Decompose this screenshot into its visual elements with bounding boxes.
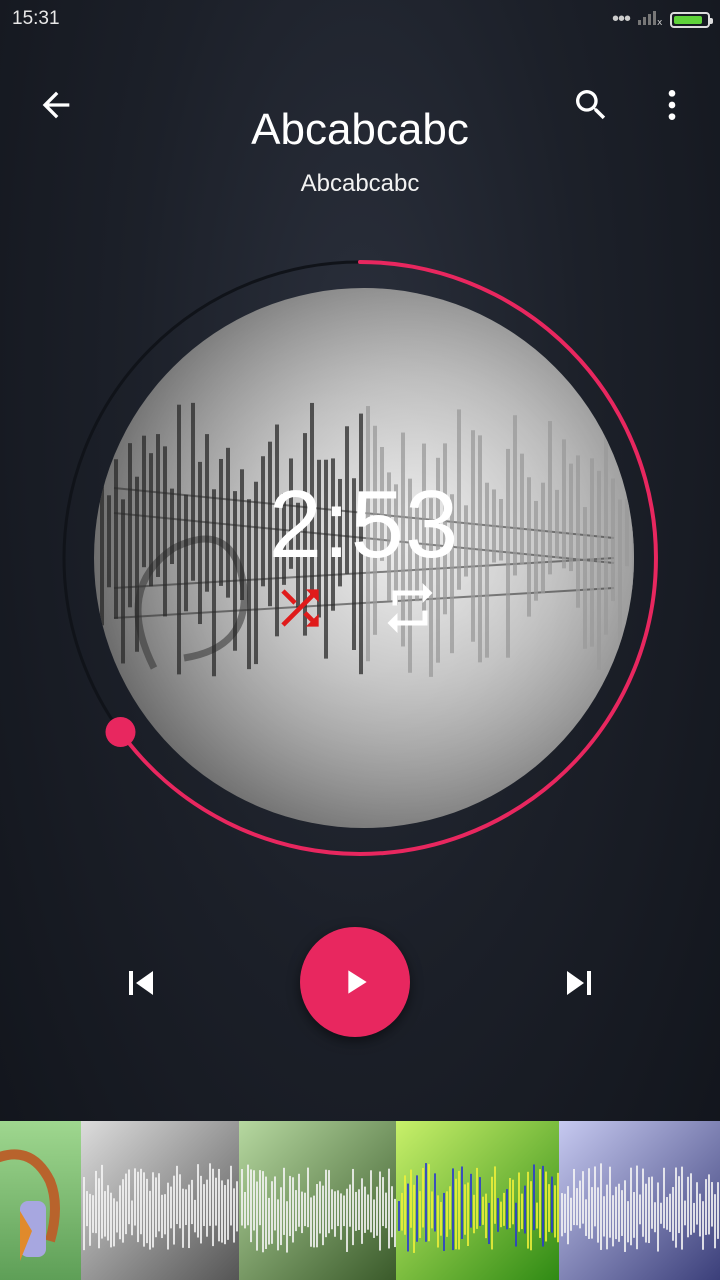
playback-time: 2:53 — [268, 471, 460, 578]
status-icons: ••• x — [611, 8, 713, 31]
theme-waveform — [241, 1164, 396, 1253]
svg-text:x: x — [657, 18, 662, 25]
theme-waveform — [398, 1163, 559, 1253]
shuffle-button[interactable] — [272, 580, 336, 644]
theme-picker — [0, 1121, 720, 1280]
play-icon — [348, 970, 367, 994]
theme-gray[interactable] — [81, 1121, 239, 1280]
status-bar: 15:31 ••• x — [0, 0, 720, 40]
theme-lime[interactable] — [396, 1121, 559, 1280]
battery-icon — [670, 11, 713, 28]
dots-icon: ••• — [611, 8, 631, 30]
status-time: 15:31 — [12, 8, 60, 29]
skip-next-icon — [567, 971, 591, 995]
repeat-icon — [387, 583, 433, 633]
playback-controls — [0, 925, 720, 1045]
song-title: Abcabcabc — [251, 105, 469, 154]
signal-icon: x — [638, 9, 663, 30]
shuffle-icon — [281, 589, 319, 627]
next-button[interactable] — [551, 955, 607, 1011]
headphones-icon — [0, 1149, 60, 1261]
theme-green[interactable] — [239, 1121, 396, 1280]
artist-name: Abcabcabc — [300, 170, 420, 197]
theme-waveform — [561, 1163, 719, 1252]
theme-waveform — [83, 1163, 238, 1251]
skip-previous-icon — [129, 971, 153, 995]
theme-headphones[interactable] — [0, 1121, 81, 1280]
play-button[interactable] — [300, 927, 410, 1037]
previous-button[interactable] — [113, 955, 169, 1011]
theme-lavender[interactable] — [559, 1121, 720, 1280]
album-disc: 2:53 — [60, 258, 660, 858]
album-artwork: 2:53 — [94, 288, 634, 828]
repeat-button[interactable] — [380, 578, 444, 642]
